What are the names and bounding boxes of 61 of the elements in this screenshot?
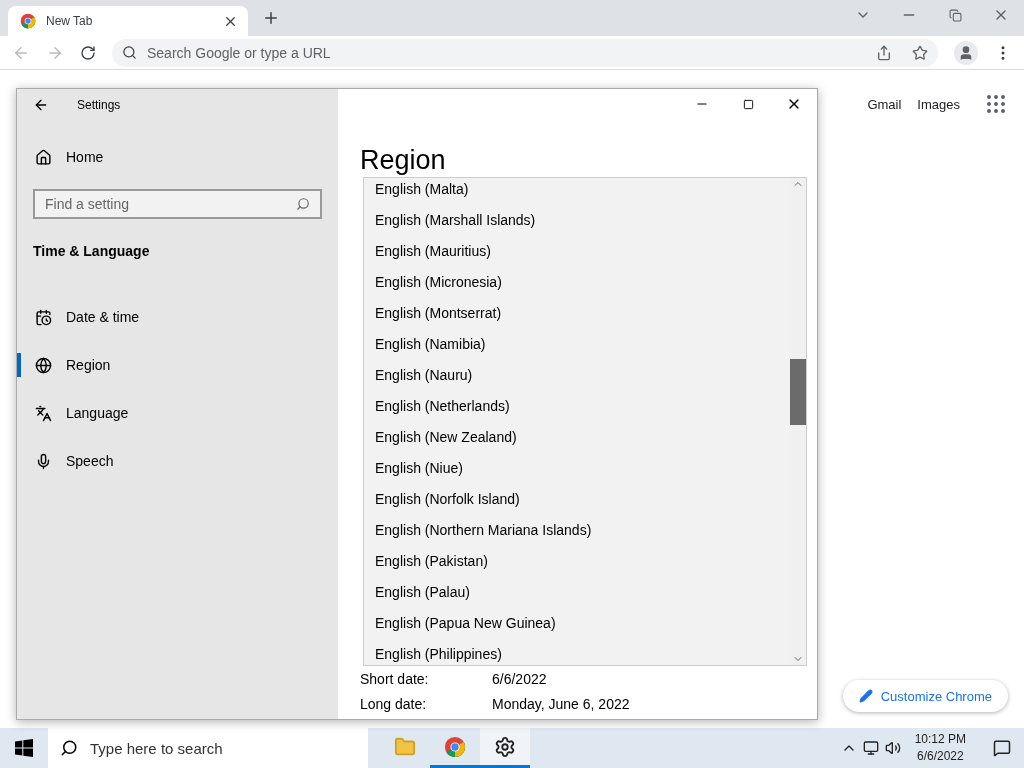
tab-title: New Tab: [46, 14, 94, 28]
profile-icon[interactable]: [954, 40, 978, 65]
customize-chrome-button[interactable]: Customize Chrome: [842, 680, 1008, 712]
nav-item[interactable]: Home: [17, 133, 338, 181]
header-link[interactable]: Gmail: [867, 96, 902, 112]
taskbar-search-field[interactable]: Type here to search: [48, 728, 368, 768]
nav-item[interactable]: Region: [17, 341, 338, 389]
list-item[interactable]: English (Northern Mariana Islands): [375, 520, 790, 540]
section-heading: Time & Language: [33, 243, 151, 259]
taskbar-clock[interactable]: 10:12 PM 6/6/2022: [906, 731, 974, 765]
nav-item[interactable]: Date & time: [17, 293, 338, 341]
apps-grid-icon[interactable]: [984, 92, 1008, 116]
format-value: 6/6/2022: [492, 670, 547, 687]
page-heading: Region: [360, 144, 447, 177]
browser-tab[interactable]: New Tab: [8, 6, 248, 36]
home-icon: [35, 148, 52, 166]
header-link[interactable]: Images: [917, 96, 960, 112]
search-icon: [122, 45, 137, 60]
window-title: Settings: [77, 98, 121, 112]
list-item[interactable]: English (Pakistan): [375, 551, 790, 571]
chrome-logo-icon: [444, 735, 466, 758]
address-bar[interactable]: Search Google or type a URL: [112, 38, 938, 67]
windows-logo-icon: [15, 739, 33, 757]
list-item[interactable]: English (Papua New Guinea): [375, 613, 790, 633]
list-item[interactable]: English (Niue): [375, 458, 790, 478]
new-tab-icon[interactable]: [262, 9, 280, 27]
list-item[interactable]: English (Palau): [375, 582, 790, 602]
list-item[interactable]: English (Nauru): [375, 365, 790, 385]
back-icon[interactable]: [33, 97, 49, 113]
star-icon[interactable]: [912, 44, 928, 61]
list-item[interactable]: English (Netherlands): [375, 396, 790, 416]
list-item[interactable]: English (New Zealand): [375, 427, 790, 447]
list-item[interactable]: English (Philippines): [375, 644, 790, 664]
settings-app-button[interactable]: [480, 728, 530, 768]
globe-icon: [35, 356, 52, 374]
nav-item[interactable]: Speech: [17, 437, 338, 485]
calendar-clock-icon: [35, 308, 52, 326]
chrome-logo-icon: [20, 13, 36, 29]
volume-icon[interactable]: [884, 740, 901, 756]
scrollbar-thumb[interactable]: [790, 358, 806, 425]
list-item[interactable]: English (Mauritius): [375, 241, 790, 261]
reload-icon[interactable]: [80, 44, 96, 61]
share-icon[interactable]: [876, 44, 892, 61]
list-item[interactable]: English (Micronesia): [375, 272, 790, 292]
search-icon: [296, 197, 310, 211]
list-item[interactable]: English (Namibia): [375, 334, 790, 354]
network-icon[interactable]: [862, 740, 879, 756]
list-item[interactable]: English (Marshall Islands): [375, 210, 790, 230]
format-label: Long date:: [360, 695, 428, 712]
format-value: Monday, June 6, 2022: [492, 695, 630, 712]
list-item[interactable]: English (Malta): [375, 179, 790, 199]
pencil-icon: [858, 689, 873, 703]
search-field[interactable]: Find a setting: [33, 189, 322, 219]
search-icon: [60, 739, 78, 757]
language-icon: [35, 404, 52, 422]
microphone-icon: [35, 452, 52, 470]
nav-item[interactable]: Language: [17, 389, 338, 437]
format-label: Short date:: [360, 670, 430, 687]
gear-icon: [494, 735, 516, 758]
list-item[interactable]: English (Norfolk Island): [375, 489, 790, 509]
list-item[interactable]: English (Montserrat): [375, 303, 790, 323]
